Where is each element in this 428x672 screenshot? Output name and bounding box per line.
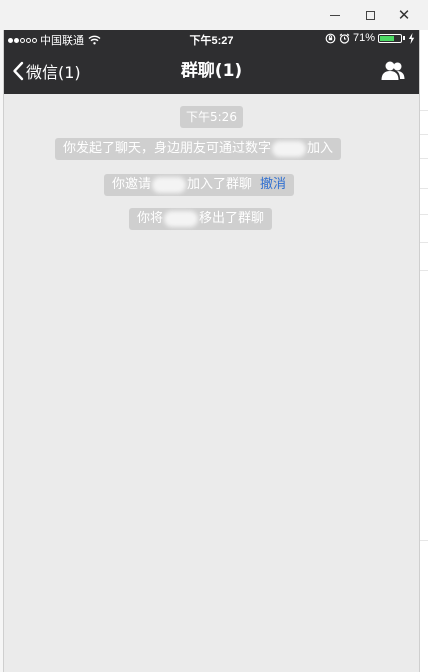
close-icon: ✕: [397, 5, 411, 24]
minimize-button[interactable]: [318, 0, 352, 30]
background-window-strip: [419, 30, 428, 672]
close-button[interactable]: ✕: [387, 0, 421, 30]
system-message-text: 你发起了聊天，身边朋友可通过数字: [63, 141, 272, 156]
battery-level-fill: [380, 35, 394, 41]
redacted-blur: [152, 176, 187, 193]
window-titlebar: ✕: [0, 0, 428, 31]
chevron-left-icon: [13, 61, 24, 81]
group-members-icon[interactable]: [381, 60, 405, 82]
status-bar: 中国联通 下午5:27 71%: [4, 30, 419, 48]
phone-screen: 中国联通 下午5:27 71% 微信(1) 群聊(1) 下午5:26 你发起了聊…: [4, 30, 419, 672]
maximize-icon: [365, 10, 375, 20]
charging-icon: [408, 32, 415, 44]
revoke-link[interactable]: 撤消: [260, 177, 286, 192]
system-message-remove: 你将 移出了群聊: [129, 208, 273, 230]
system-message-text: 加入: [307, 141, 334, 156]
system-message-text: 你邀请: [112, 177, 152, 192]
battery-percent: 71%: [352, 32, 375, 44]
back-button[interactable]: 微信(1): [12, 48, 81, 94]
battery-icon: [378, 33, 402, 43]
rotation-lock-icon: [325, 33, 336, 43]
system-message-text: 移出了群聊: [199, 211, 265, 226]
redacted-blur: [164, 210, 199, 227]
system-message-invite: 你邀请 加入了群聊 撤消: [104, 174, 295, 196]
chat-timestamp: 下午5:26: [180, 106, 243, 128]
system-message-text: 你将: [137, 211, 164, 226]
minimize-icon: [330, 14, 340, 16]
redacted-blur: [272, 140, 307, 157]
alarm-icon: [339, 33, 350, 44]
maximize-button[interactable]: [353, 0, 387, 30]
navigation-bar: 微信(1) 群聊(1): [4, 48, 419, 94]
back-label: 微信(1): [26, 63, 81, 82]
system-message-text: 加入了群聊: [187, 177, 253, 192]
system-message-start-chat: 你发起了聊天，身边朋友可通过数字 加入: [55, 138, 342, 160]
